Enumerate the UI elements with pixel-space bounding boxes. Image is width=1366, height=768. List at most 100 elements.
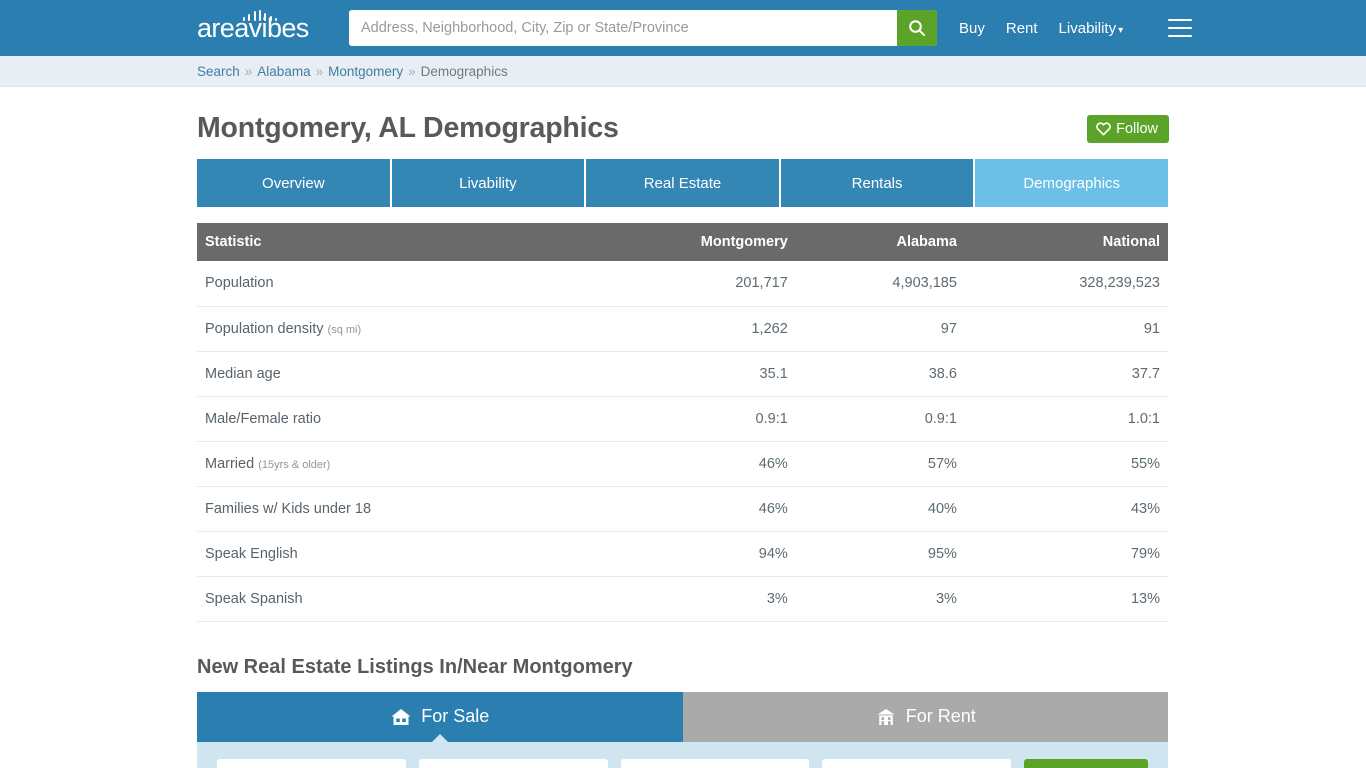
row-label: Population density (sq mi)	[197, 306, 580, 352]
row-value-national: 91	[964, 306, 1168, 352]
search-icon	[909, 20, 925, 36]
table-row: Speak English 94% 95% 79%	[197, 531, 1168, 577]
breadcrumb: Search » Alabama » Montgomery » Demograp…	[0, 56, 1366, 87]
row-label-text: Speak Spanish	[205, 590, 303, 607]
breadcrumb-separator: »	[244, 63, 253, 79]
tab-livability[interactable]: Livability	[391, 159, 587, 207]
table-head: Statistic Montgomery Alabama National	[197, 223, 1168, 261]
row-label: Male/Female ratio	[197, 396, 580, 442]
row-label: Married (15yrs & older)	[197, 441, 580, 487]
nav-item-rent[interactable]: Rent	[1006, 20, 1038, 37]
chevron-down-icon: ▾	[1118, 24, 1124, 36]
table-row: Population 201,717 4,903,185 328,239,523	[197, 261, 1168, 307]
tab-for-rent-label: For Rent	[905, 706, 976, 726]
follow-label: Follow	[1116, 120, 1158, 137]
section-tabs: Overview Livability Real Estate Rentals …	[197, 159, 1168, 207]
row-value-montgomery: 46%	[579, 441, 796, 487]
search-input[interactable]	[349, 10, 897, 46]
row-value-montgomery: 94%	[579, 531, 796, 577]
tab-for-sale-label: For Sale	[421, 706, 490, 726]
row-value-national: 328,239,523	[964, 261, 1168, 307]
nav-item-livability[interactable]: Livability ▾	[1059, 20, 1124, 37]
heart-icon	[1096, 121, 1111, 135]
row-value-montgomery: 0.9:1	[579, 396, 796, 442]
house-icon	[391, 708, 411, 725]
search-button[interactable]	[897, 10, 937, 46]
row-value-alabama: 4,903,185	[795, 261, 965, 307]
row-value-alabama: 57%	[795, 441, 965, 487]
nav-item-livability-label: Livability	[1058, 19, 1117, 37]
row-value-national: 43%	[964, 486, 1168, 532]
breadcrumb-item-search[interactable]: Search	[197, 64, 240, 79]
tab-overview[interactable]: Overview	[197, 159, 392, 207]
row-label-text: Median age	[205, 365, 281, 382]
row-label-sub: (15yrs & older)	[258, 458, 331, 471]
row-label-text: Population	[205, 275, 274, 292]
listings-heading: New Real Estate Listings In/Near Montgom…	[197, 655, 633, 678]
row-value-national: 13%	[964, 576, 1168, 622]
row-value-montgomery: 46%	[579, 486, 796, 532]
page-body: Montgomery, AL Demographics Follow Overv…	[0, 87, 1366, 768]
column-header-national: National	[964, 223, 1168, 261]
title-row: Montgomery, AL Demographics Follow	[197, 87, 1169, 159]
table-body: Population 201,717 4,903,185 328,239,523…	[197, 261, 1168, 622]
row-label: Population	[197, 261, 580, 307]
filter-field-2[interactable]	[418, 758, 608, 768]
table-row: Married (15yrs & older) 46% 57% 55%	[197, 441, 1168, 487]
row-value-montgomery: 35.1	[579, 351, 796, 397]
table-row: Population density (sq mi) 1,262 97 91	[197, 306, 1168, 352]
table-header-row: Statistic Montgomery Alabama National	[197, 223, 1168, 261]
content-card: Montgomery, AL Demographics Follow Overv…	[177, 87, 1189, 768]
tab-for-rent[interactable]: For Rent	[682, 691, 1168, 742]
row-label: Families w/ Kids under 18	[197, 486, 580, 532]
row-label-text: Male/Female ratio	[205, 410, 322, 427]
search-bar[interactable]	[349, 10, 937, 46]
tab-rentals[interactable]: Rentals	[780, 159, 976, 207]
filter-field-1[interactable]	[217, 758, 406, 768]
tab-for-sale[interactable]: For Sale	[197, 691, 683, 743]
demographics-table: Statistic Montgomery Alabama National Po…	[197, 223, 1168, 622]
filter-field-3[interactable]	[620, 758, 810, 768]
row-value-national: 1.0:1	[964, 396, 1168, 442]
filter-submit-button[interactable]	[1024, 758, 1148, 768]
filter-field-4[interactable]	[822, 758, 1011, 768]
logo-wave-icon	[243, 10, 277, 21]
listings-filter-bar	[197, 741, 1168, 768]
row-value-alabama: 95%	[795, 531, 965, 577]
row-value-alabama: 3%	[795, 576, 965, 622]
tab-demographics[interactable]: Demographics	[975, 159, 1168, 207]
table-row: Families w/ Kids under 18 46% 40% 43%	[197, 486, 1168, 532]
row-value-national: 37.7	[964, 351, 1168, 397]
row-label-text: Married	[205, 455, 255, 472]
column-header-montgomery: Montgomery	[579, 223, 796, 261]
row-value-alabama: 0.9:1	[795, 396, 965, 442]
row-label: Speak Spanish	[197, 576, 580, 622]
breadcrumb-item-alabama[interactable]: Alabama	[257, 64, 310, 79]
row-label: Median age	[197, 351, 580, 397]
breadcrumb-item-montgomery[interactable]: Montgomery	[328, 64, 403, 79]
row-value-alabama: 97	[795, 306, 965, 352]
table-row: Speak Spanish 3% 3% 13%	[197, 576, 1168, 622]
row-label-text: Speak English	[205, 545, 298, 562]
site-logo[interactable]: areavibes	[197, 10, 329, 45]
breadcrumb-item-current: Demographics	[420, 63, 508, 79]
row-value-montgomery: 3%	[579, 576, 796, 622]
apartment-icon	[877, 708, 895, 725]
table-row: Male/Female ratio 0.9:1 0.9:1 1.0:1	[197, 396, 1168, 442]
page-title: Montgomery, AL Demographics	[197, 112, 619, 144]
site-header: areavibes Buy Rent Livability▾	[0, 0, 1366, 56]
main-nav: Buy Rent Livability ▾	[959, 19, 1193, 37]
row-label-text: Families w/ Kids under 18	[205, 500, 372, 517]
active-tab-pointer	[430, 733, 449, 743]
tab-real-estate[interactable]: Real Estate	[586, 159, 781, 207]
follow-button[interactable]: Follow	[1087, 114, 1169, 143]
row-value-montgomery: 201,717	[579, 261, 796, 307]
column-header-statistic: Statistic	[197, 223, 580, 261]
row-label-sub: (sq mi)	[327, 323, 362, 336]
row-value-national: 79%	[964, 531, 1168, 577]
column-header-alabama: Alabama	[795, 223, 965, 261]
hamburger-icon[interactable]	[1168, 19, 1193, 37]
breadcrumb-separator: »	[315, 63, 324, 79]
listings-tabs: For Sale For Rent	[197, 691, 1168, 743]
nav-item-buy[interactable]: Buy	[959, 20, 985, 37]
